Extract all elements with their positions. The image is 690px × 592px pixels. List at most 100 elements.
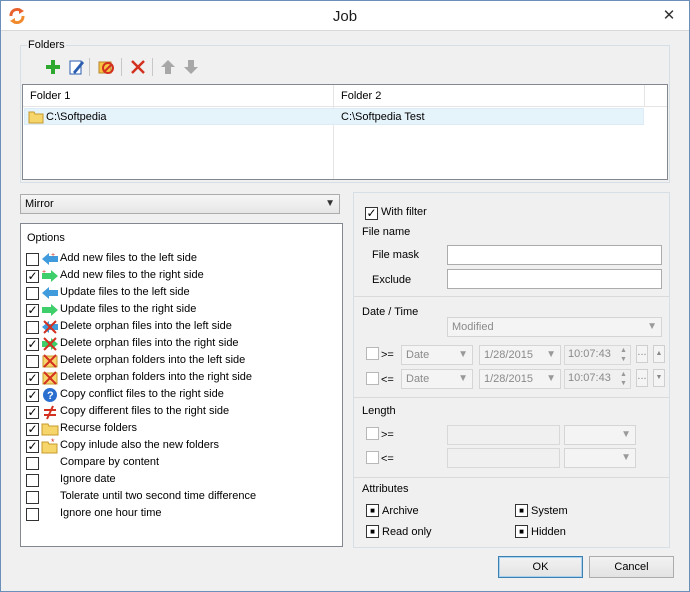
- length-min-input[interactable]: [447, 425, 560, 445]
- checkbox[interactable]: [26, 253, 39, 266]
- add-icon[interactable]: [44, 58, 62, 76]
- checkbox[interactable]: ✓: [26, 423, 39, 436]
- title-bar: Job ✕: [1, 1, 689, 31]
- checkbox[interactable]: ✓: [26, 389, 39, 402]
- date-to-time-value: 10:07:43: [568, 372, 611, 384]
- date-to-checkbox[interactable]: [366, 372, 379, 385]
- time-spinner[interactable]: ▲ ▼: [618, 370, 629, 388]
- move-down-icon[interactable]: [182, 58, 200, 76]
- length-min-unit-select[interactable]: ▼: [564, 425, 636, 445]
- delete-orphan-left-icon: [42, 320, 58, 334]
- date-to-time-input[interactable]: 10:07:43 ▲ ▼: [564, 369, 631, 389]
- arrow-right-icon: [42, 304, 58, 316]
- checkbox[interactable]: [26, 474, 39, 487]
- checkbox[interactable]: ✓: [26, 406, 39, 419]
- checkbox[interactable]: [26, 508, 39, 521]
- date-to-date-picker[interactable]: 1/28/2015 ▼: [479, 369, 561, 389]
- job-dialog: Job ✕ Folders Folder 1 Folder 2 C:\Softp…: [0, 0, 690, 592]
- option-delete-orphan-folders-right[interactable]: ✓ Delete orphan folders into the right s…: [26, 370, 336, 387]
- checkbox[interactable]: [26, 491, 39, 504]
- date-from-date-picker[interactable]: 1/28/2015 ▼: [479, 345, 561, 365]
- archive-checkbox[interactable]: ■: [366, 504, 379, 517]
- time-spinner[interactable]: ▲ ▼: [618, 346, 629, 364]
- option-ignore-date[interactable]: Ignore date: [26, 472, 336, 489]
- date-from-checkbox[interactable]: [366, 347, 379, 360]
- option-label: Delete orphan files into the left side: [60, 320, 232, 332]
- table-row[interactable]: C:\Softpedia C:\Softpedia Test: [24, 108, 644, 125]
- column-folder1[interactable]: Folder 1: [23, 85, 334, 107]
- arrow-left-add-icon: +: [42, 252, 58, 265]
- checkbox[interactable]: ✓: [26, 440, 39, 453]
- move-up-icon[interactable]: [159, 58, 177, 76]
- option-update-left[interactable]: Update files to the left side: [26, 285, 336, 302]
- file-name-title: File name: [362, 226, 411, 238]
- date-to-date-value: 1/28/2015: [484, 373, 533, 385]
- checkbox[interactable]: [26, 355, 39, 368]
- arrow-left-icon: [42, 287, 58, 299]
- read-only-checkbox[interactable]: ■: [366, 525, 379, 538]
- length-max-op: <=: [381, 453, 394, 465]
- date-to-type-select[interactable]: Date ▼: [401, 369, 473, 389]
- edit-icon[interactable]: [67, 58, 85, 76]
- option-recurse-folders[interactable]: ✓ Recurse folders: [26, 421, 336, 438]
- option-compare-content[interactable]: Compare by content: [26, 455, 336, 472]
- option-delete-orphan-files-left[interactable]: Delete orphan files into the left side: [26, 319, 336, 336]
- checkbox[interactable]: [26, 321, 39, 334]
- checkbox[interactable]: ✓: [26, 338, 39, 351]
- delete-orphan-right-icon: [42, 337, 58, 351]
- file-mask-input[interactable]: [447, 245, 662, 265]
- exclude-label: Exclude: [372, 274, 412, 286]
- scroll-down-button[interactable]: ▼: [653, 369, 665, 387]
- option-copy-new-folders[interactable]: ✓ * Copy inlude also the new folders: [26, 438, 336, 455]
- option-ignore-one-hour[interactable]: Ignore one hour time: [26, 506, 336, 523]
- with-filter-checkbox[interactable]: ✓ With filter: [365, 205, 565, 222]
- length-min-checkbox[interactable]: [366, 427, 379, 440]
- option-copy-different[interactable]: ✓ Copy different files to the right side: [26, 404, 336, 421]
- option-delete-orphan-files-right[interactable]: ✓ Delete orphan files into the right sid…: [26, 336, 336, 353]
- sync-mode-select[interactable]: Mirror ▼: [20, 194, 340, 214]
- chevron-down-icon: ▼: [621, 452, 631, 463]
- option-label: Ignore one hour time: [60, 507, 162, 519]
- checkbox[interactable]: ✓: [26, 270, 39, 283]
- remove-all-icon[interactable]: [97, 58, 115, 76]
- option-delete-orphan-folders-left[interactable]: Delete orphan folders into the left side: [26, 353, 336, 370]
- checkbox[interactable]: [26, 457, 39, 470]
- checkbox[interactable]: [26, 287, 39, 300]
- option-tolerate-two-seconds[interactable]: Tolerate until two second time differenc…: [26, 489, 336, 506]
- system-checkbox[interactable]: ■: [515, 504, 528, 517]
- length-max-checkbox[interactable]: [366, 451, 379, 464]
- new-folder-icon: *: [41, 438, 58, 454]
- scroll-up-button[interactable]: ▲: [653, 345, 665, 363]
- folder1-cell: C:\Softpedia: [46, 111, 107, 123]
- checkbox[interactable]: ✓: [365, 207, 378, 220]
- date-from-browse-button[interactable]: ...: [636, 345, 648, 363]
- checkbox[interactable]: ✓: [26, 304, 39, 317]
- hidden-checkbox[interactable]: ■: [515, 525, 528, 538]
- divider: [354, 477, 669, 478]
- date-from-time-input[interactable]: 10:07:43 ▲ ▼: [564, 345, 631, 365]
- option-copy-conflict[interactable]: ✓ ? Copy conflict files to the right sid…: [26, 387, 336, 404]
- exclude-input[interactable]: [447, 269, 662, 289]
- option-add-left[interactable]: + Add new files to the left side: [26, 251, 336, 268]
- delete-icon[interactable]: [129, 58, 147, 76]
- option-label: Delete orphan files into the right side: [60, 337, 239, 349]
- checkbox[interactable]: ✓: [26, 372, 39, 385]
- cancel-button[interactable]: Cancel: [589, 556, 674, 578]
- date-from-type-select[interactable]: Date ▼: [401, 345, 473, 365]
- length-max-unit-select[interactable]: ▼: [564, 448, 636, 468]
- ok-button[interactable]: OK: [498, 556, 583, 578]
- option-label: Compare by content: [60, 456, 160, 468]
- close-button[interactable]: ✕: [659, 7, 679, 25]
- date-mode-select[interactable]: Modified ▼: [447, 317, 662, 337]
- option-add-right[interactable]: ✓ + Add new files to the right side: [26, 268, 336, 285]
- folders-list[interactable]: Folder 1 Folder 2 C:\Softpedia C:\Softpe…: [22, 84, 668, 180]
- length-max-input[interactable]: [447, 448, 560, 468]
- date-to-browse-button[interactable]: ...: [636, 369, 648, 387]
- options-title: Options: [27, 232, 65, 244]
- not-equal-icon: [44, 405, 56, 420]
- sync-mode-value: Mirror: [25, 198, 54, 210]
- option-update-right[interactable]: ✓ Update files to the right side: [26, 302, 336, 319]
- column-folder2[interactable]: Folder 2: [334, 85, 644, 107]
- date-mode-value: Modified: [452, 321, 494, 333]
- option-label: Ignore date: [60, 473, 116, 485]
